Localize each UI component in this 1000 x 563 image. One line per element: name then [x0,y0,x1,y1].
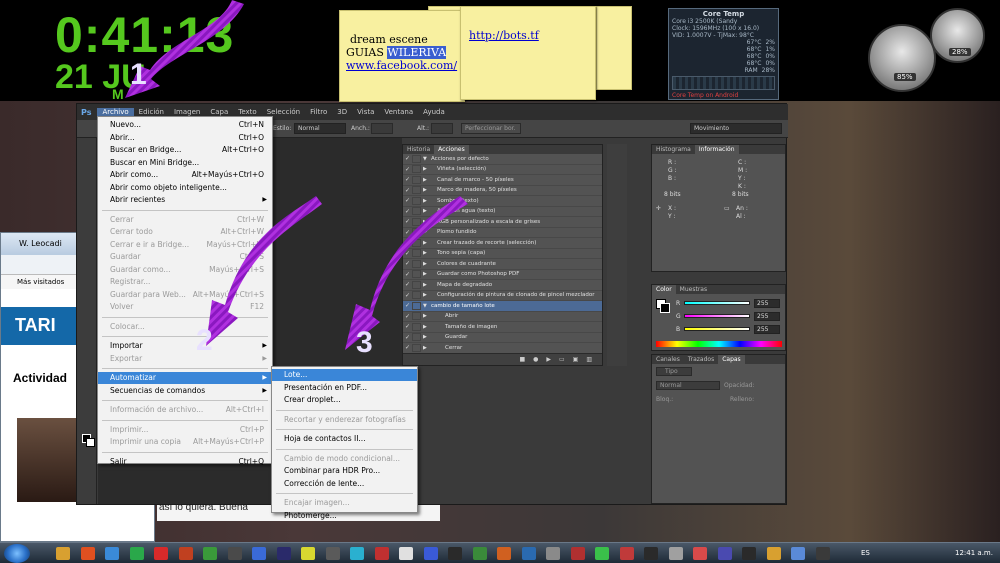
taskbar-app-icon[interactable] [717,547,732,560]
taskbar-app-icon[interactable] [374,547,389,560]
arrow-2 [206,196,322,346]
taskbar-app-icon[interactable] [276,547,291,560]
taskbar-app-icon[interactable] [350,547,364,560]
taskbar-app-icon[interactable] [203,547,217,560]
taskbar-app-icon[interactable] [129,547,144,560]
taskbar-app-icon[interactable] [766,547,781,560]
annotation-arrows [125,0,468,350]
taskbar-app-icon[interactable] [595,547,609,560]
taskbar-app-icon[interactable] [472,547,487,560]
taskbar-app-icon[interactable] [815,547,830,560]
annotation-number-1: 1 [130,58,147,91]
desktop: 0:41:13 21 JU M dream escene GUIAS WILER… [0,0,1000,563]
taskbar: ES 12:41 a.m. [0,542,1000,563]
input-language[interactable]: ES [861,549,870,557]
taskbar-app-icon[interactable] [301,547,315,560]
taskbar-app-icon[interactable] [56,547,70,560]
taskbar-app-icon[interactable] [668,547,683,560]
taskbar-app-icon[interactable] [399,547,413,560]
taskbar-app-icon[interactable] [521,547,536,560]
taskbar-app-icon[interactable] [252,547,266,560]
start-button[interactable] [4,544,30,563]
taskbar-app-icon[interactable] [154,547,168,560]
annotation-number-2: 2 [196,324,213,357]
taskbar-app-icon[interactable] [619,547,634,560]
taskbar-app-icon[interactable] [325,547,340,560]
taskbar-app-icon[interactable] [570,547,585,560]
tray-clock[interactable]: 12:41 a.m. [955,549,993,557]
taskbar-app-icon[interactable] [644,547,658,560]
taskbar-app-icon[interactable] [546,547,560,560]
annotation-number-3: 3 [356,326,373,359]
taskbar-app-icon[interactable] [448,547,462,560]
taskbar-app-icon[interactable] [742,547,756,560]
taskbar-app-icon[interactable] [105,547,119,560]
taskbar-app-icon[interactable] [80,547,95,560]
taskbar-app-icon[interactable] [227,547,242,560]
taskbar-app-icon[interactable] [791,547,805,560]
taskbar-app-icon[interactable] [178,547,193,560]
taskbar-app-icon[interactable] [497,547,511,560]
taskbar-app-icon[interactable] [693,547,707,560]
taskbar-app-icon[interactable] [423,547,438,560]
